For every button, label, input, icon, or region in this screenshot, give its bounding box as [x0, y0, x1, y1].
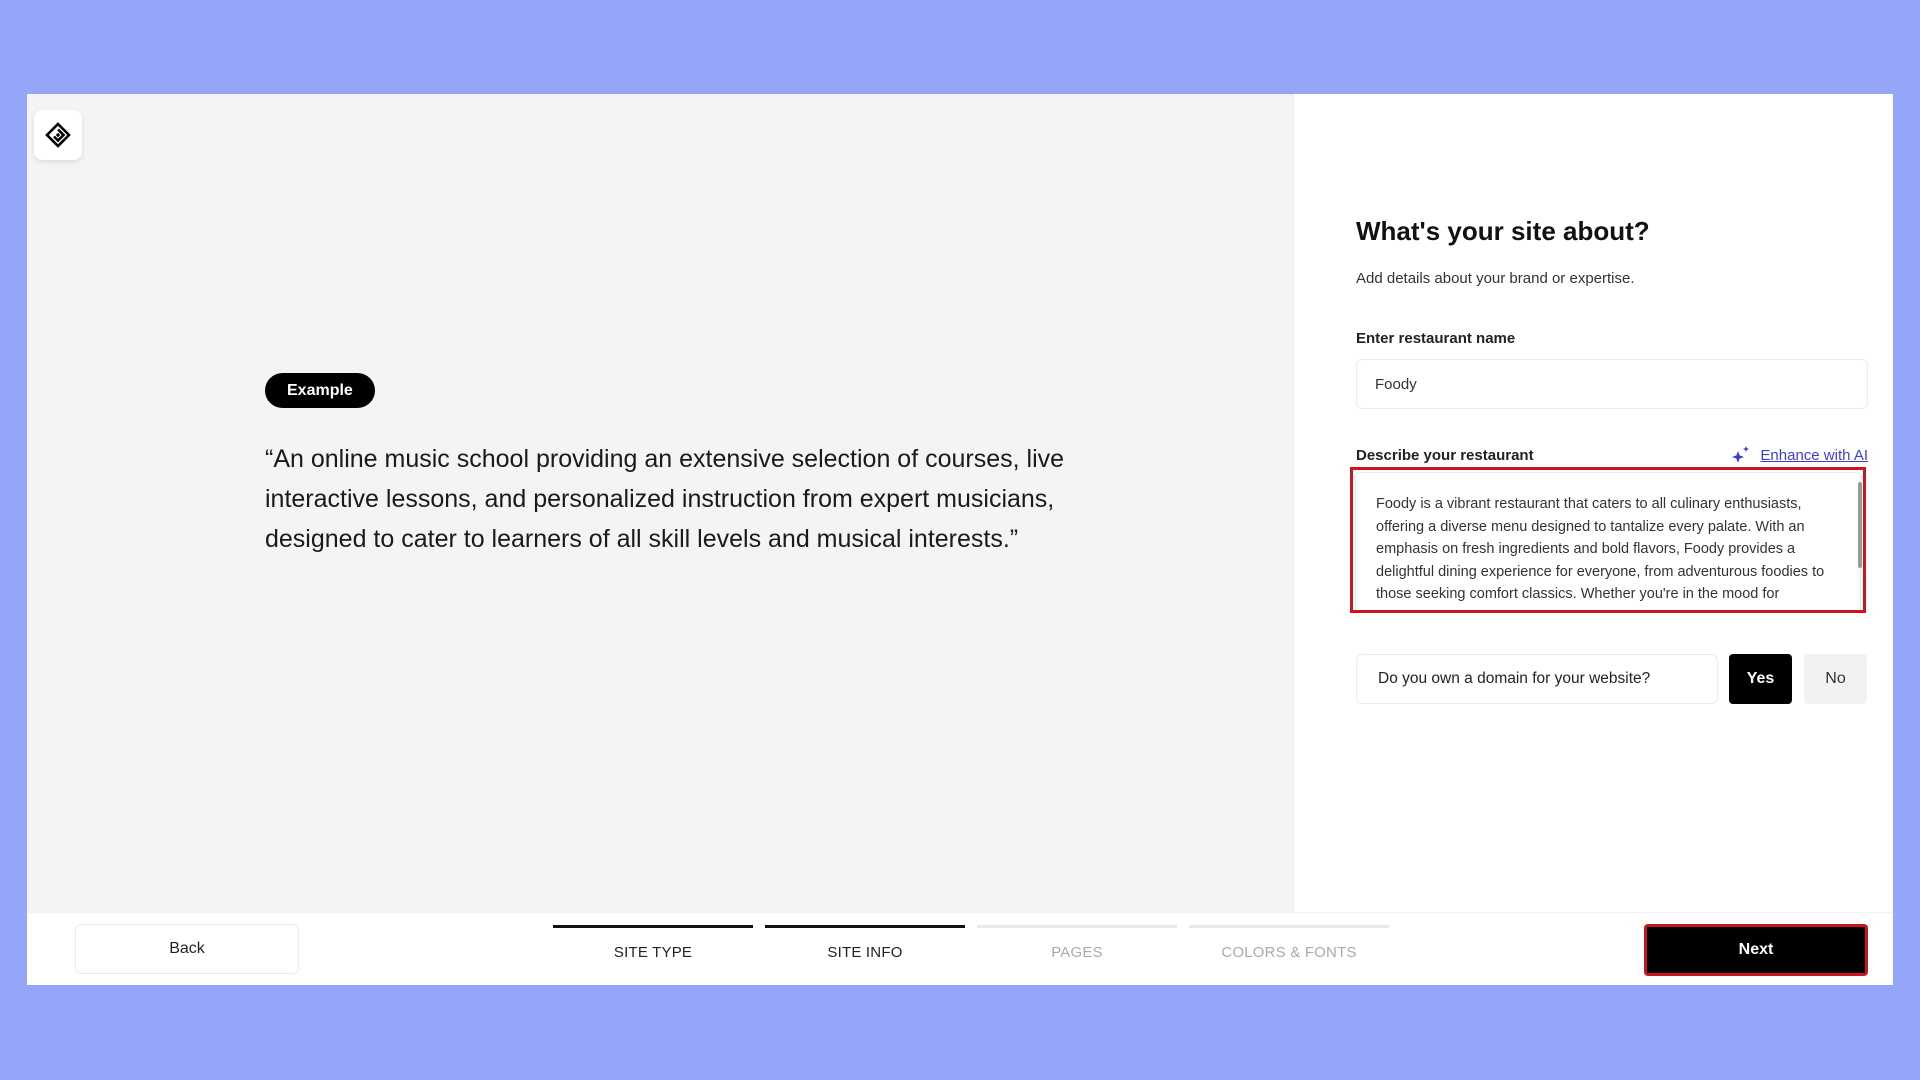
form-title: What's your site about? [1356, 216, 1650, 246]
logo-button[interactable] [34, 110, 82, 160]
step-colors-fonts[interactable]: COLORS & FONTS [1189, 925, 1389, 961]
description-label: Describe your restaurant [1356, 447, 1534, 464]
site-info-form: What's your site about? Add details abou… [1295, 94, 1893, 912]
enhance-with-ai-link[interactable]: Enhance with AI [1730, 445, 1868, 465]
example-panel: Example “An online music school providin… [27, 94, 1294, 912]
restaurant-name-input[interactable] [1356, 359, 1868, 409]
domain-yes-button[interactable]: Yes [1729, 654, 1792, 704]
diamond-logo-icon [45, 122, 71, 148]
step-site-info[interactable]: SITE INFO [765, 925, 965, 961]
step-label: SITE TYPE [613, 944, 693, 961]
onboarding-window: Example “An online music school providin… [27, 94, 1893, 985]
enhance-with-ai-label: Enhance with AI [1760, 446, 1868, 464]
back-button[interactable]: Back [75, 924, 299, 974]
example-quote: “An online music school providing an ext… [265, 445, 1065, 553]
step-site-type[interactable]: SITE TYPE [553, 925, 753, 961]
step-label: SITE INFO [827, 944, 903, 961]
domain-no-button[interactable]: No [1804, 654, 1867, 704]
step-bar [977, 925, 1177, 928]
restaurant-name-label: Enter restaurant name [1356, 330, 1516, 347]
example-badge: Example [265, 373, 375, 408]
description-scrollbar[interactable] [1858, 482, 1862, 568]
wizard-footer: Back SITE TYPE SITE INFO PAGES COLORS & … [27, 912, 1893, 985]
description-highlight: Foody is a vibrant restaurant that cater… [1350, 467, 1866, 613]
sparkle-icon [1732, 446, 1750, 463]
progress-steps: SITE TYPE SITE INFO PAGES COLORS & FONTS [553, 925, 1389, 961]
form-subtitle: Add details about your brand or expertis… [1356, 270, 1635, 287]
step-bar [1189, 925, 1389, 928]
step-bar [553, 925, 753, 928]
step-bar [765, 925, 965, 928]
step-label: COLORS & FONTS [1221, 944, 1357, 961]
domain-question: Do you own a domain for your website? [1356, 654, 1718, 704]
next-button[interactable]: Next [1644, 924, 1868, 976]
step-label: PAGES [1051, 944, 1103, 961]
description-textarea[interactable]: Foody is a vibrant restaurant that cater… [1355, 472, 1861, 610]
step-pages[interactable]: PAGES [977, 925, 1177, 961]
